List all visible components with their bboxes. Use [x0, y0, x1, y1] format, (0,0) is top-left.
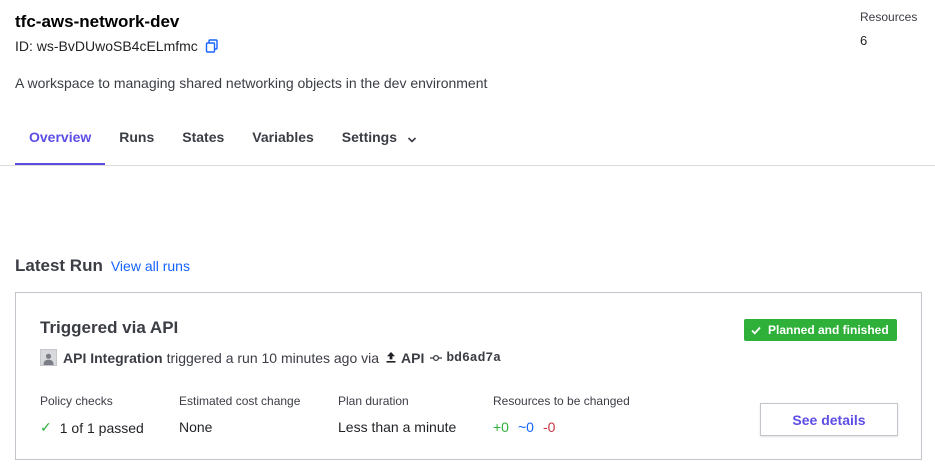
status-badge: Planned and finished — [744, 319, 897, 341]
see-details-button[interactable]: See details — [760, 403, 898, 436]
tab-label: Settings — [341, 129, 398, 145]
chevron-down-icon — [407, 132, 417, 143]
stat-resources-changed: Resources to be changed +0 ~0 -0 — [493, 394, 630, 435]
stat-value: None — [179, 419, 213, 435]
resources-label: Resources — [860, 10, 918, 24]
tab-overview[interactable]: Overview — [15, 113, 106, 166]
status-text: Planned and finished — [768, 323, 889, 337]
tab-label: Runs — [119, 129, 155, 145]
stat-plan-duration: Plan duration Less than a minute — [338, 394, 456, 435]
stat-value: +0 ~0 -0 — [493, 419, 630, 435]
run-source: API — [401, 349, 425, 366]
check-icon: ✓ — [40, 419, 52, 435]
check-icon — [751, 326, 761, 335]
tab-states[interactable]: States — [168, 113, 238, 166]
commit-icon — [430, 350, 443, 366]
commit-sha-link[interactable]: bd6ad7a — [446, 350, 501, 365]
tab-variables[interactable]: Variables — [238, 113, 328, 166]
stat-value: Less than a minute — [338, 419, 457, 435]
stat-label: Estimated cost change — [179, 394, 301, 408]
tab-settings[interactable]: Settings — [328, 113, 431, 166]
stat-cost-change: Estimated cost change None — [179, 394, 300, 435]
resources-count: 6 — [860, 33, 868, 48]
workspace-title: tfc-aws-network-dev — [15, 12, 180, 31]
copy-icon[interactable] — [205, 39, 219, 53]
run-title: Triggered via API — [40, 318, 179, 337]
stat-label: Policy checks — [40, 394, 113, 408]
tab-label: Overview — [29, 129, 92, 145]
view-all-runs-link[interactable]: View all runs — [111, 258, 190, 274]
policy-value: 1 of 1 passed — [59, 419, 144, 436]
workspace-description: A workspace to managing shared networkin… — [15, 75, 488, 91]
latest-run-header: Latest Run View all runs — [15, 256, 190, 276]
resources-add-count: +0 — [493, 419, 509, 435]
tab-label: Variables — [252, 129, 314, 145]
run-action-text: triggered a run 10 minutes ago via — [166, 349, 380, 366]
run-trigger-line: API Integration triggered a run 10 minut… — [40, 349, 501, 366]
upload-icon — [385, 350, 397, 366]
tab-label: States — [182, 129, 225, 145]
resources-destroy-count: -0 — [542, 419, 556, 435]
tabs-divider — [0, 165, 935, 166]
resources-summary: Resources 6 — [860, 10, 917, 48]
avatar — [40, 349, 57, 366]
workspace-id: ID: ws-BvDUwoSB4cELmfmc — [15, 38, 219, 54]
tab-runs[interactable]: Runs — [105, 113, 168, 166]
stat-label: Plan duration — [338, 394, 409, 408]
workspace-id-text: ID: ws-BvDUwoSB4cELmfmc — [15, 38, 198, 54]
latest-run-heading: Latest Run — [15, 256, 103, 275]
user-icon — [43, 353, 54, 365]
latest-run-card: Triggered via API Planned and finished A… — [15, 292, 922, 460]
stat-policy-checks: Policy checks ✓ 1 of 1 passed — [40, 394, 144, 436]
run-actor[interactable]: API Integration — [63, 350, 163, 366]
stat-label: Resources to be changed — [493, 394, 630, 408]
resources-change-count: ~0 — [517, 419, 534, 435]
workspace-tabs: Overview Runs States Variables Settings — [15, 113, 431, 166]
stat-value: ✓ 1 of 1 passed — [40, 419, 144, 436]
